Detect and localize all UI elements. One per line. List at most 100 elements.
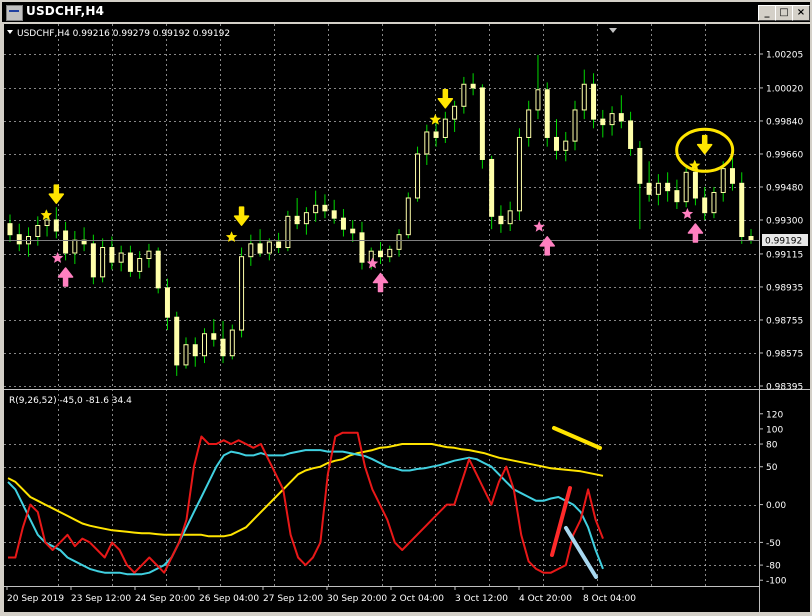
signal-star (40, 209, 52, 220)
candle-body (350, 228, 356, 234)
maximize-button[interactable]: □ (775, 5, 793, 21)
candle-body (266, 241, 272, 254)
buy-arrow-icon (687, 223, 704, 243)
signal-star (366, 257, 379, 269)
indicator-lines (7, 431, 604, 576)
candle-body (192, 344, 198, 357)
candle-body (359, 232, 365, 263)
candle-body (146, 250, 152, 260)
candle-body (655, 182, 661, 195)
price-level-label: 0.98755 (766, 316, 803, 326)
candle-body (479, 87, 485, 160)
candle-body (729, 168, 735, 184)
candle-body (72, 239, 78, 254)
time-label: 30 Sep 20:00 (327, 594, 387, 604)
buy-arrow-icon (57, 267, 74, 287)
candle-body (313, 204, 319, 214)
candle-body (53, 219, 59, 232)
minimize-button[interactable]: _ (758, 5, 776, 21)
candle-body (155, 250, 161, 289)
candle-body (229, 329, 235, 357)
candle-body (433, 131, 439, 138)
signal-star (429, 113, 441, 125)
shift-marker-icon[interactable] (609, 28, 617, 33)
candle-body (303, 212, 309, 225)
indicator-level-label: 120 (766, 410, 783, 420)
title-bar[interactable]: USDCHF,H4 _ □ × (2, 2, 810, 22)
candle-body (100, 247, 106, 278)
price-level-label: 0.98395 (766, 383, 803, 393)
price-level-label: 0.99480 (766, 183, 803, 193)
candle-body (415, 153, 421, 199)
chart-canvas[interactable]: 1.00205 1.00020 0.99840 0.99660 0.99480 0.993… (4, 24, 810, 612)
price-axis: 1.00205 1.00020 0.99840 0.99660 0.99480 0.993… (759, 51, 803, 393)
indicator-line (7, 449, 604, 576)
candle-body (211, 333, 217, 340)
price-level-label: 1.00205 (766, 51, 803, 61)
candle-body (720, 168, 726, 193)
grid (4, 24, 759, 586)
indicator-level-label: -80 (766, 562, 781, 572)
candle-body (340, 217, 346, 230)
price-level-label: 0.99840 (766, 117, 803, 127)
mt4-chart-window: USDCHF,H4 _ □ × 1.00205 1.00020 0.99840 0.9… (0, 0, 812, 614)
candle-body (424, 131, 430, 155)
candle-body (618, 113, 624, 122)
price-level-label: 0.99115 (766, 250, 803, 260)
candle-body (248, 243, 254, 258)
sell-arrow-icon (696, 134, 713, 155)
candle-body (239, 256, 245, 331)
candle-body (489, 158, 495, 217)
indicator-axis: 120 100 80 50 0.00 -50 -80 -100 (759, 410, 787, 587)
candle-body (285, 215, 291, 249)
candle-body (396, 234, 402, 250)
sell-arrow-icon (233, 206, 250, 226)
time-label: 4 Oct 20:00 (519, 594, 572, 604)
candle-body (164, 287, 170, 318)
candle-body (452, 105, 458, 120)
candle-body (220, 338, 226, 357)
candle-body (692, 171, 698, 199)
candle-body (442, 118, 448, 138)
collapse-triangle-icon[interactable] (7, 30, 13, 34)
candle-body (405, 197, 411, 236)
chart-window-icon (6, 5, 23, 21)
chart-area[interactable]: 1.00205 1.00020 0.99840 0.99660 0.99480 0.993… (4, 24, 810, 612)
candle-body (665, 182, 671, 192)
indicator-level-label: 50 (766, 463, 778, 473)
signal-star (51, 252, 64, 263)
candle-body (44, 219, 50, 227)
candle-body (553, 136, 559, 151)
close-button[interactable]: × (792, 5, 810, 21)
candle-body (526, 109, 532, 138)
candle-body (591, 83, 597, 120)
candle-body (16, 234, 22, 245)
indicator-level-label: -50 (766, 539, 781, 549)
candle-body (276, 241, 282, 249)
time-label: 20 Sep 2019 (7, 594, 64, 604)
candle-body (637, 147, 643, 184)
candle-body (127, 252, 133, 272)
indicator-line (8, 431, 604, 574)
candle-body (581, 83, 587, 111)
candle-body (516, 136, 522, 212)
candle-body (609, 113, 615, 126)
indicator-info-label: R(9,26,52) -45,0 -81.6 34.4 (9, 396, 132, 406)
candle-body (748, 236, 754, 241)
candle-body (702, 197, 708, 214)
indicator-level-label: 100 (766, 425, 783, 435)
indicator-level-label: 0.00 (766, 501, 786, 511)
price-level-label: 0.99660 (766, 150, 803, 160)
candle-body (137, 258, 143, 272)
indicator-level-label: -100 (766, 577, 787, 587)
candle-body (470, 83, 476, 89)
sell-arrow-icon (437, 89, 454, 109)
window-title: USDCHF,H4 (26, 4, 105, 18)
price-level-label: 1.00020 (766, 84, 803, 94)
chart-info-label: USDCHF,H4 0.99216 0.99279 0.99192 0.9919… (17, 29, 230, 39)
price-level-label: 0.98935 (766, 283, 803, 293)
candle-body (63, 230, 69, 254)
candle-body (600, 118, 606, 126)
candle-body (572, 109, 578, 142)
candle-body (35, 225, 41, 238)
